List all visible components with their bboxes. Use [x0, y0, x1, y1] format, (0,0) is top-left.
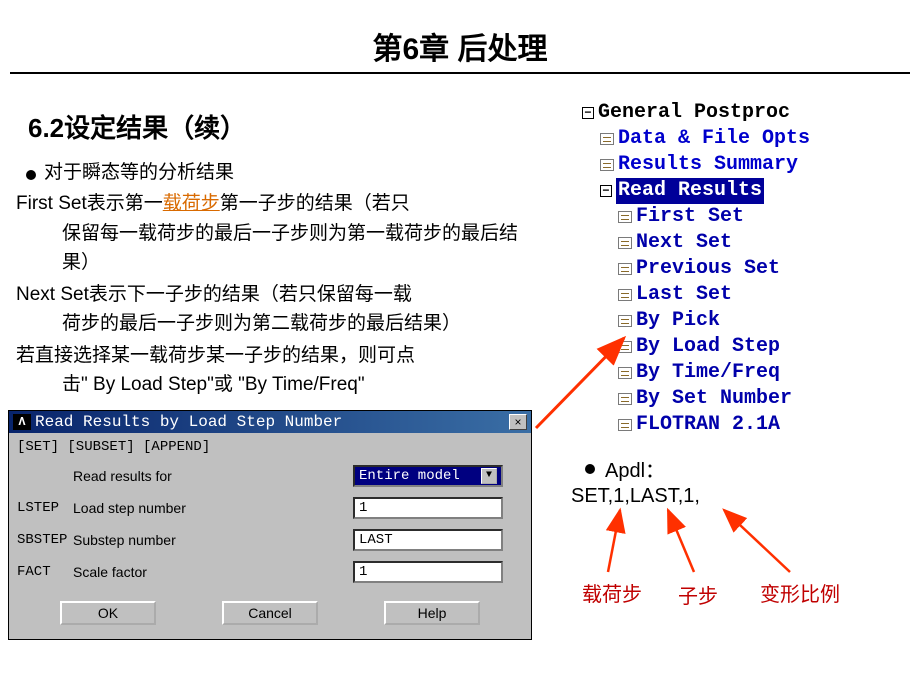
slide-title: 第6章 后处理	[0, 0, 920, 68]
tree-label: By Set Number	[636, 386, 792, 412]
tree-root[interactable]: −General Postproc	[582, 100, 902, 126]
tree-label: Data & File Opts	[618, 126, 810, 152]
dialog-header-codes: [SET] [SUBSET] [APPEND]	[17, 439, 523, 455]
tree-label: By Load Step	[636, 334, 780, 360]
text: 击" By Load Step"或 "By Time/Freq"	[16, 370, 526, 399]
tree-label: By Time/Freq	[636, 360, 780, 386]
select-value: Entire model	[359, 468, 460, 484]
paragraph-next-set: Next Set表示下一子步的结果（若只保留每一载 荷步的最后一子步则为第二载荷…	[16, 280, 526, 339]
menu-icon	[618, 289, 632, 301]
tree-label-selected: Read Results	[616, 178, 764, 204]
tree-item-by-pick[interactable]: By Pick	[582, 308, 902, 334]
menu-icon	[600, 133, 614, 145]
label-fact: Scale factor	[73, 564, 353, 580]
menu-icon	[600, 159, 614, 171]
title-underline	[10, 72, 910, 74]
tree-label: FLOTRAN 2.1A	[636, 412, 780, 438]
code-sbstep: SBSTEP	[17, 532, 73, 548]
close-button[interactable]: ×	[509, 414, 527, 430]
tree-item-flotran[interactable]: FLOTRAN 2.1A	[582, 412, 902, 438]
annotation-scale: 变形比例	[760, 578, 840, 607]
dialog-title-text: Read Results by Load Step Number	[35, 413, 509, 431]
collapse-icon[interactable]: −	[600, 185, 612, 197]
menu-icon	[618, 237, 632, 249]
tree-label: By Pick	[636, 308, 720, 334]
apdl-label: Apdl：	[605, 454, 665, 483]
tree-item-by-set-number[interactable]: By Set Number	[582, 386, 902, 412]
label-sbstep: Substep number	[73, 532, 353, 548]
tree-item-data-file-opts[interactable]: Data & File Opts	[582, 126, 902, 152]
bullet-dot-icon	[26, 170, 36, 180]
text: 第一子步的结果（若只	[220, 193, 410, 214]
row-fact: FACT Scale factor 1	[17, 561, 523, 583]
menu-icon	[618, 211, 632, 223]
tree-item-results-summary[interactable]: Results Summary	[582, 152, 902, 178]
tree-label: Previous Set	[636, 256, 780, 282]
label-lstep: Load step number	[73, 500, 353, 516]
menu-icon	[618, 315, 632, 327]
content-text: 对于瞬态等的分析结果 First Set表示第一载荷步第一子步的结果（若只 保留…	[16, 158, 526, 400]
menu-icon	[618, 419, 632, 431]
bullet-item: Apdl：	[571, 454, 700, 483]
tree-item-by-load-step[interactable]: By Load Step	[582, 334, 902, 360]
code-lstep: LSTEP	[17, 500, 73, 516]
read-results-dialog: Λ Read Results by Load Step Number × [SE…	[8, 410, 532, 640]
input-fact[interactable]: 1	[353, 561, 503, 583]
tree-label: General Postproc	[598, 100, 790, 126]
section-subtitle: 6.2设定结果（续）	[28, 108, 246, 145]
row-sbstep: SBSTEP Substep number LAST	[17, 529, 523, 551]
tree-item-last-set[interactable]: Last Set	[582, 282, 902, 308]
ok-button[interactable]: OK	[60, 601, 156, 625]
tree-item-next-set[interactable]: Next Set	[582, 230, 902, 256]
paragraph-first-set: First Set表示第一载荷步第一子步的结果（若只 保留每一载荷步的最后一子步…	[16, 189, 526, 277]
tree-label: Last Set	[636, 282, 732, 308]
bullet-dot-icon	[585, 464, 595, 474]
bullet-item: 对于瞬态等的分析结果	[16, 158, 526, 187]
menu-icon	[618, 367, 632, 379]
annotation-load-step: 载荷步	[582, 578, 642, 607]
dialog-titlebar[interactable]: Λ Read Results by Load Step Number ×	[9, 411, 531, 433]
row-lstep: LSTEP Load step number 1	[17, 497, 523, 519]
input-sbstep[interactable]: LAST	[353, 529, 503, 551]
tree-item-first-set[interactable]: First Set	[582, 204, 902, 230]
dialog-body: [SET] [SUBSET] [APPEND] Read results for…	[9, 433, 531, 639]
tree-item-by-time-freq[interactable]: By Time/Freq	[582, 360, 902, 386]
text: 若直接选择某一载荷步某一子步的结果，则可点	[16, 345, 415, 366]
collapse-icon[interactable]: −	[582, 107, 594, 119]
row-read-results-for: Read results for Entire model ▼	[17, 465, 523, 487]
ansys-menu-tree: −General Postproc Data & File Opts Resul…	[582, 100, 902, 438]
cancel-button[interactable]: Cancel	[222, 601, 318, 625]
help-button[interactable]: Help	[384, 601, 480, 625]
select-entire-model[interactable]: Entire model ▼	[353, 465, 503, 487]
tree-item-previous-set[interactable]: Previous Set	[582, 256, 902, 282]
menu-icon	[618, 341, 632, 353]
code-fact: FACT	[17, 564, 73, 580]
apdl-command: SET,1,LAST,1,	[571, 485, 700, 508]
text: 荷步的最后一子步则为第二载荷步的最后结果）	[16, 309, 526, 338]
text: First Set表示第一	[16, 193, 163, 214]
label-read-results-for: Read results for	[73, 468, 353, 484]
paragraph-by-load-step: 若直接选择某一载荷步某一子步的结果，则可点 击" By Load Step"或 …	[16, 341, 526, 400]
text: 保留每一载荷步的最后一子步则为第一载荷步的最后结果）	[16, 219, 526, 278]
tree-label: First Set	[636, 204, 744, 230]
bullet-text: 对于瞬态等的分析结果	[44, 158, 234, 187]
tree-label: Next Set	[636, 230, 732, 256]
app-icon: Λ	[13, 414, 31, 430]
apdl-block: Apdl： SET,1,LAST,1,	[571, 454, 700, 508]
tree-label: Results Summary	[618, 152, 798, 178]
menu-icon	[618, 263, 632, 275]
menu-icon	[618, 393, 632, 405]
dialog-buttons: OK Cancel Help	[17, 601, 523, 629]
tree-item-read-results[interactable]: −Read Results	[582, 178, 902, 204]
text: Next Set表示下一子步的结果（若只保留每一载	[16, 284, 412, 305]
link-load-step[interactable]: 载荷步	[163, 193, 220, 214]
chevron-down-icon[interactable]: ▼	[481, 468, 497, 484]
input-lstep[interactable]: 1	[353, 497, 503, 519]
annotation-substep: 子步	[678, 580, 718, 609]
